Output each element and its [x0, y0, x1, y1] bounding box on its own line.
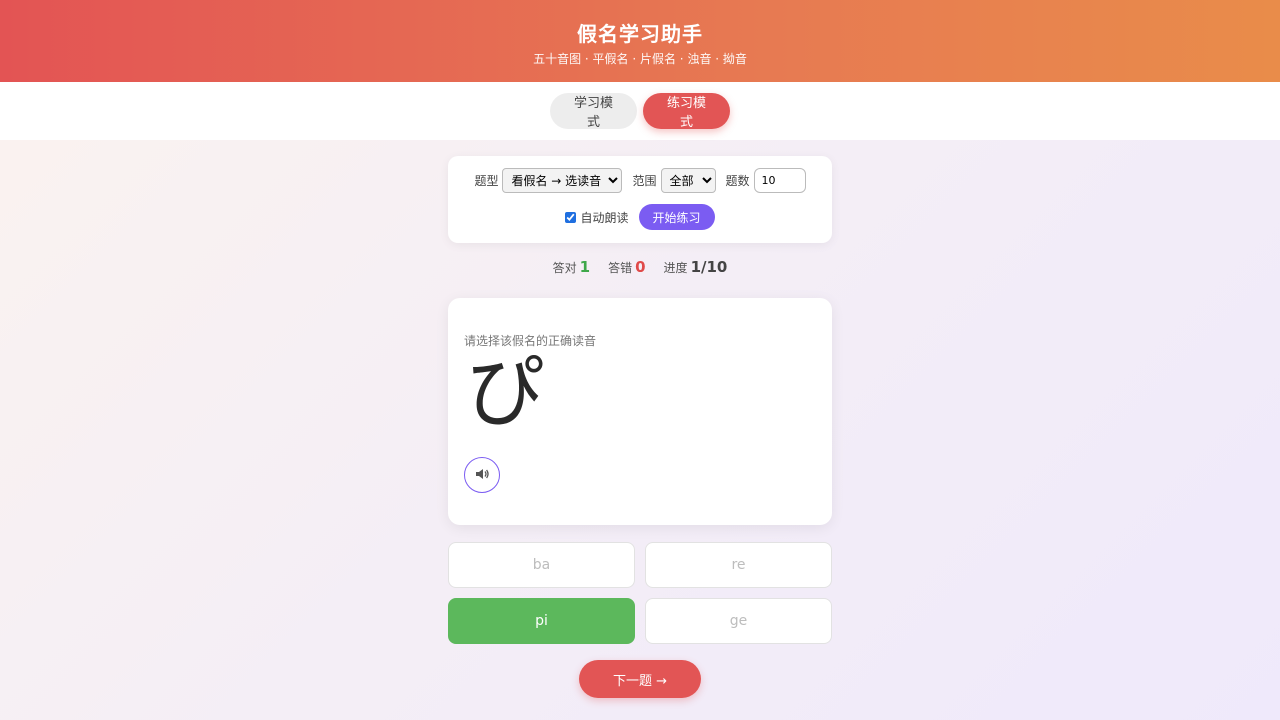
speaker-icon — [474, 466, 490, 485]
play-audio-button[interactable] — [464, 457, 500, 493]
wrong-label: 答错 — [608, 261, 633, 275]
progress-stat: 进度 1/10 — [664, 258, 728, 276]
auto-read-option[interactable]: 自动朗读 — [565, 209, 629, 226]
start-practice-button[interactable]: 开始练习 — [638, 204, 715, 230]
question-count-input[interactable] — [753, 168, 806, 193]
app-header: 假名学习助手 五十音图 · 平假名 · 片假名 · 浊音 · 拗音 — [0, 0, 1280, 82]
range-label: 范围 — [632, 174, 657, 188]
answer-option-3[interactable]: pi — [448, 598, 635, 644]
app-title: 假名学习助手 — [577, 22, 703, 46]
wrong-count: 0 — [635, 258, 646, 276]
practice-mode-button[interactable]: 练习模式 — [643, 93, 730, 130]
question-card: 请选择该假名的正确读音 ぴ — [448, 298, 832, 525]
answer-option-2[interactable]: re — [645, 542, 832, 588]
count-label: 题数 — [725, 174, 750, 188]
question-type-select[interactable]: 看假名 → 选读音 — [502, 168, 623, 193]
auto-read-label: 自动朗读 — [580, 210, 629, 225]
kana-character: ぴ — [466, 348, 545, 438]
correct-label: 答对 — [552, 261, 577, 275]
auto-read-checkbox[interactable] — [565, 211, 577, 223]
correct-stat: 答对 1 — [553, 258, 590, 276]
mode-switcher: 学习模式 练习模式 — [0, 82, 1280, 140]
range-select[interactable]: 全部 — [660, 168, 716, 193]
app-subtitle: 五十音图 · 平假名 · 片假名 · 浊音 · 拗音 — [533, 52, 747, 66]
learn-mode-button[interactable]: 学习模式 — [550, 93, 637, 130]
next-question-button[interactable]: 下一题 → — [579, 660, 701, 698]
wrong-stat: 答错 0 — [608, 258, 645, 276]
progress-label: 进度 — [663, 261, 688, 275]
practice-settings-panel: 题型 看假名 → 选读音 范围 全部 题数 自动朗读 开始练习 — [448, 156, 832, 243]
score-stats: 答对 1 答错 0 进度 1/10 — [448, 258, 832, 284]
answer-option-4[interactable]: ge — [645, 598, 832, 644]
answer-option-1[interactable]: ba — [448, 542, 635, 588]
progress-value: 1/10 — [690, 258, 728, 276]
question-type-label: 题型 — [474, 174, 499, 188]
question-prompt: 请选择该假名的正确读音 — [464, 334, 597, 348]
correct-count: 1 — [579, 258, 591, 276]
